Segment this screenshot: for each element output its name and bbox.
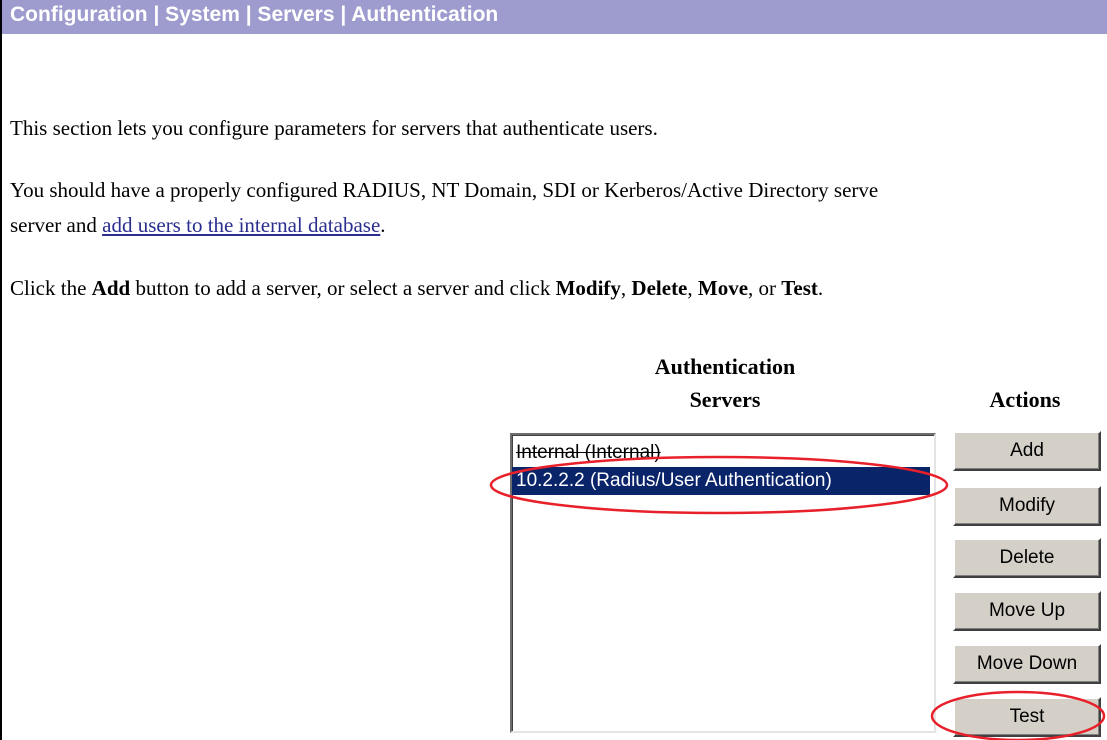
- instruction-part: ,: [687, 276, 698, 300]
- breadcrumb: Configuration | System | Servers | Authe…: [2, 0, 1107, 34]
- servers-heading-line2: Servers: [689, 387, 761, 412]
- modify-button[interactable]: Modify: [953, 486, 1101, 526]
- requirement-suffix: .: [380, 213, 386, 237]
- servers-column-heading: Authentication Servers: [600, 350, 850, 416]
- move-up-button[interactable]: Move Up: [953, 591, 1101, 631]
- page-left-border: [0, 0, 2, 740]
- instruction-add-bold: Add: [91, 276, 131, 300]
- instruction-part: Click the: [10, 276, 92, 300]
- instruction-text: Click the Add button to add a server, or…: [10, 276, 823, 301]
- servers-heading-line1: Authentication: [654, 354, 796, 379]
- server-option-internal[interactable]: Internal (Internal): [512, 439, 934, 467]
- move-down-button[interactable]: Move Down: [953, 644, 1101, 684]
- instruction-delete-bold: Delete: [631, 276, 688, 300]
- actions-column-heading: Actions: [989, 387, 1061, 412]
- server-option-radius[interactable]: 10.2.2.2 (Radius/User Authentication): [512, 467, 930, 495]
- add-users-link[interactable]: add users to the internal database: [102, 213, 380, 237]
- servers-listbox[interactable]: Internal (Internal) 10.2.2.2 (Radius/Use…: [510, 433, 936, 733]
- test-button[interactable]: Test: [953, 697, 1101, 737]
- delete-button[interactable]: Delete: [953, 538, 1101, 578]
- instruction-part: ,: [620, 276, 632, 300]
- instruction-move-bold: Move: [697, 276, 749, 300]
- instruction-part: button to add a server, or select a serv…: [130, 276, 556, 300]
- requirement-text-line2: server and add users to the internal dat…: [10, 213, 386, 238]
- requirement-prefix: server and: [10, 213, 103, 237]
- instruction-part: , or: [748, 276, 782, 300]
- instruction-part: .: [817, 276, 824, 300]
- intro-text: This section lets you configure paramete…: [10, 116, 658, 140]
- instruction-test-bold: Test: [781, 276, 818, 300]
- requirement-text-line1: You should have a properly configured RA…: [10, 178, 879, 202]
- add-button[interactable]: Add: [953, 431, 1101, 471]
- instruction-modify-bold: Modify: [555, 276, 621, 300]
